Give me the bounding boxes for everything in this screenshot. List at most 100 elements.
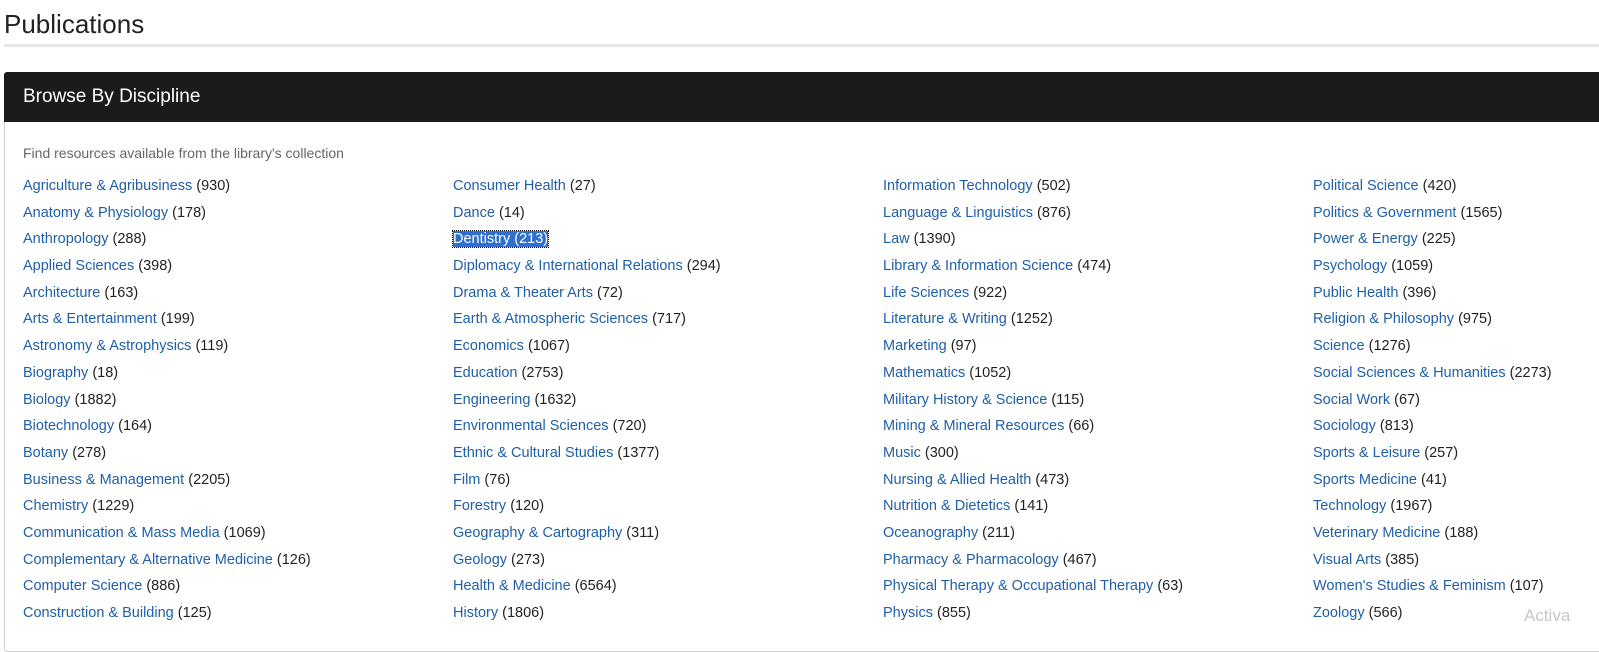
discipline-link[interactable]: Dentistry xyxy=(453,231,510,247)
discipline-link[interactable]: Complementary & Alternative Medicine xyxy=(23,552,273,568)
discipline-link[interactable]: Education xyxy=(453,365,518,381)
discipline-link[interactable]: Physical Therapy & Occupational Therapy xyxy=(883,578,1153,594)
discipline-item-content: Music (300) xyxy=(883,445,959,461)
discipline-item-content: Environmental Sciences (720) xyxy=(453,418,646,434)
discipline-link[interactable]: Language & Linguistics xyxy=(883,205,1033,221)
discipline-link[interactable]: Biology xyxy=(23,392,71,408)
discipline-link[interactable]: Physics xyxy=(883,605,933,621)
discipline-link[interactable]: Military History & Science xyxy=(883,392,1047,408)
discipline-link[interactable]: Ethnic & Cultural Studies xyxy=(453,445,613,461)
discipline-link[interactable]: Science xyxy=(1313,338,1365,354)
discipline-item-content: Power & Energy (225) xyxy=(1313,231,1456,247)
discipline-item: Information Technology (502) xyxy=(883,174,1313,201)
discipline-count: (502) xyxy=(1036,178,1071,194)
discipline-count: (886) xyxy=(146,578,181,595)
discipline-link[interactable]: Environmental Sciences xyxy=(453,418,609,434)
discipline-link[interactable]: Geography & Cartography xyxy=(453,525,622,541)
discipline-link[interactable]: Economics xyxy=(453,338,524,354)
discipline-item: Veterinary Medicine (188) xyxy=(1313,521,1599,548)
discipline-column-1: Agriculture & Agribusiness (930) Anatomy … xyxy=(23,174,453,628)
discipline-link[interactable]: Music xyxy=(883,445,921,461)
discipline-item: Environmental Sciences (720) xyxy=(453,414,883,441)
discipline-link[interactable]: Technology xyxy=(1313,498,1386,514)
discipline-link[interactable]: Earth & Atmospheric Sciences xyxy=(453,311,648,327)
discipline-link[interactable]: Astronomy & Astrophysics xyxy=(23,338,191,354)
discipline-link[interactable]: Politics & Government xyxy=(1313,205,1456,221)
discipline-item-content: Language & Linguistics (876) xyxy=(883,205,1071,221)
discipline-link[interactable]: Sports & Leisure xyxy=(1313,445,1420,461)
discipline-link[interactable]: Film xyxy=(453,472,480,488)
discipline-link[interactable]: History xyxy=(453,605,498,621)
discipline-link[interactable]: Arts & Entertainment xyxy=(23,311,157,327)
discipline-count: (273) xyxy=(511,551,545,568)
discipline-link[interactable]: Anthropology xyxy=(23,231,108,247)
discipline-link[interactable]: Drama & Theater Arts xyxy=(453,285,593,301)
discipline-count: (67) xyxy=(1394,391,1420,408)
discipline-count: (473) xyxy=(1035,471,1070,488)
discipline-link[interactable]: Power & Energy xyxy=(1313,231,1418,247)
discipline-count: (385) xyxy=(1385,551,1420,568)
discipline-link[interactable]: Oceanography xyxy=(883,525,978,541)
discipline-link[interactable]: Geology xyxy=(453,552,507,568)
discipline-link[interactable]: Nursing & Allied Health xyxy=(883,472,1031,488)
discipline-link[interactable]: Biography xyxy=(23,365,88,381)
discipline-link[interactable]: Agriculture & Agribusiness xyxy=(23,178,192,194)
discipline-link[interactable]: Diplomacy & International Relations xyxy=(453,258,683,274)
discipline-link[interactable]: Construction & Building xyxy=(23,605,174,621)
discipline-link[interactable]: Sociology xyxy=(1313,418,1376,434)
discipline-link[interactable]: Chemistry xyxy=(23,498,88,514)
discipline-item-content: Public Health (396) xyxy=(1313,285,1436,301)
discipline-link[interactable]: Women's Studies & Feminism xyxy=(1313,578,1506,594)
discipline-link[interactable]: Computer Science xyxy=(23,578,142,594)
discipline-link[interactable]: Forestry xyxy=(453,498,506,514)
discipline-link[interactable]: Dance xyxy=(453,205,495,221)
discipline-link[interactable]: Anatomy & Physiology xyxy=(23,205,168,221)
discipline-column-2: Consumer Health (27) Dance (14) Dentistry … xyxy=(451,174,883,628)
discipline-count: (922) xyxy=(973,284,1008,301)
discipline-link[interactable]: Applied Sciences xyxy=(23,258,134,274)
discipline-link[interactable]: Veterinary Medicine xyxy=(1313,525,1440,541)
discipline-count: (76) xyxy=(484,471,511,488)
discipline-link[interactable]: Law xyxy=(883,231,910,247)
discipline-item-content: Mathematics (1052) xyxy=(883,365,1011,381)
discipline-item: Diplomacy & International Relations (294… xyxy=(453,254,883,281)
discipline-link[interactable]: Consumer Health xyxy=(453,178,566,194)
discipline-link[interactable]: Library & Information Science xyxy=(883,258,1073,274)
discipline-link[interactable]: Engineering xyxy=(453,392,530,408)
discipline-link[interactable]: Information Technology xyxy=(883,178,1033,194)
discipline-link[interactable]: Life Sciences xyxy=(883,285,969,301)
discipline-link[interactable]: Sports Medicine xyxy=(1313,472,1417,488)
discipline-link[interactable]: Social Sciences & Humanities xyxy=(1313,365,1506,381)
discipline-link[interactable]: Communication & Mass Media xyxy=(23,525,220,541)
discipline-link[interactable]: Literature & Writing xyxy=(883,311,1007,327)
discipline-item: Film (76) xyxy=(453,468,883,495)
discipline-count: (975) xyxy=(1458,311,1492,328)
discipline-link[interactable]: Pharmacy & Pharmacology xyxy=(883,552,1059,568)
discipline-link[interactable]: Visual Arts xyxy=(1313,552,1381,568)
discipline-count: (717) xyxy=(652,311,686,328)
discipline-count: (1377) xyxy=(617,444,660,461)
discipline-link[interactable]: Social Work xyxy=(1313,392,1390,408)
discipline-item: Agriculture & Agribusiness (930) xyxy=(23,174,453,201)
discipline-link[interactable]: Botany xyxy=(23,445,68,461)
discipline-link[interactable]: Nutrition & Dietetics xyxy=(883,498,1010,514)
discipline-item-content: Applied Sciences (398) xyxy=(23,258,172,274)
discipline-link[interactable]: Psychology xyxy=(1313,258,1387,274)
discipline-link[interactable]: Architecture xyxy=(23,285,100,301)
discipline-link[interactable]: Business & Management xyxy=(23,472,184,488)
discipline-link[interactable]: Marketing xyxy=(883,338,947,354)
discipline-link[interactable]: Mathematics xyxy=(883,365,965,381)
discipline-link[interactable]: Public Health xyxy=(1313,285,1398,301)
discipline-item-content: Ethnic & Cultural Studies (1377) xyxy=(453,445,659,461)
discipline-link[interactable]: Political Science xyxy=(1313,178,1419,194)
discipline-item-content: Nursing & Allied Health (473) xyxy=(883,472,1069,488)
discipline-item-content: Diplomacy & International Relations (294… xyxy=(453,258,721,274)
discipline-link[interactable]: Health & Medicine xyxy=(453,578,571,594)
discipline-link[interactable]: Mining & Mineral Resources xyxy=(883,418,1064,434)
discipline-link[interactable]: Religion & Philosophy xyxy=(1313,311,1454,327)
discipline-item-content: History (1806) xyxy=(453,605,544,621)
discipline-link[interactable]: Biotechnology xyxy=(23,418,114,434)
discipline-item: Ethnic & Cultural Studies (1377) xyxy=(453,441,883,468)
discipline-count: (1052) xyxy=(969,364,1012,381)
discipline-link[interactable]: Zoology xyxy=(1313,605,1365,621)
